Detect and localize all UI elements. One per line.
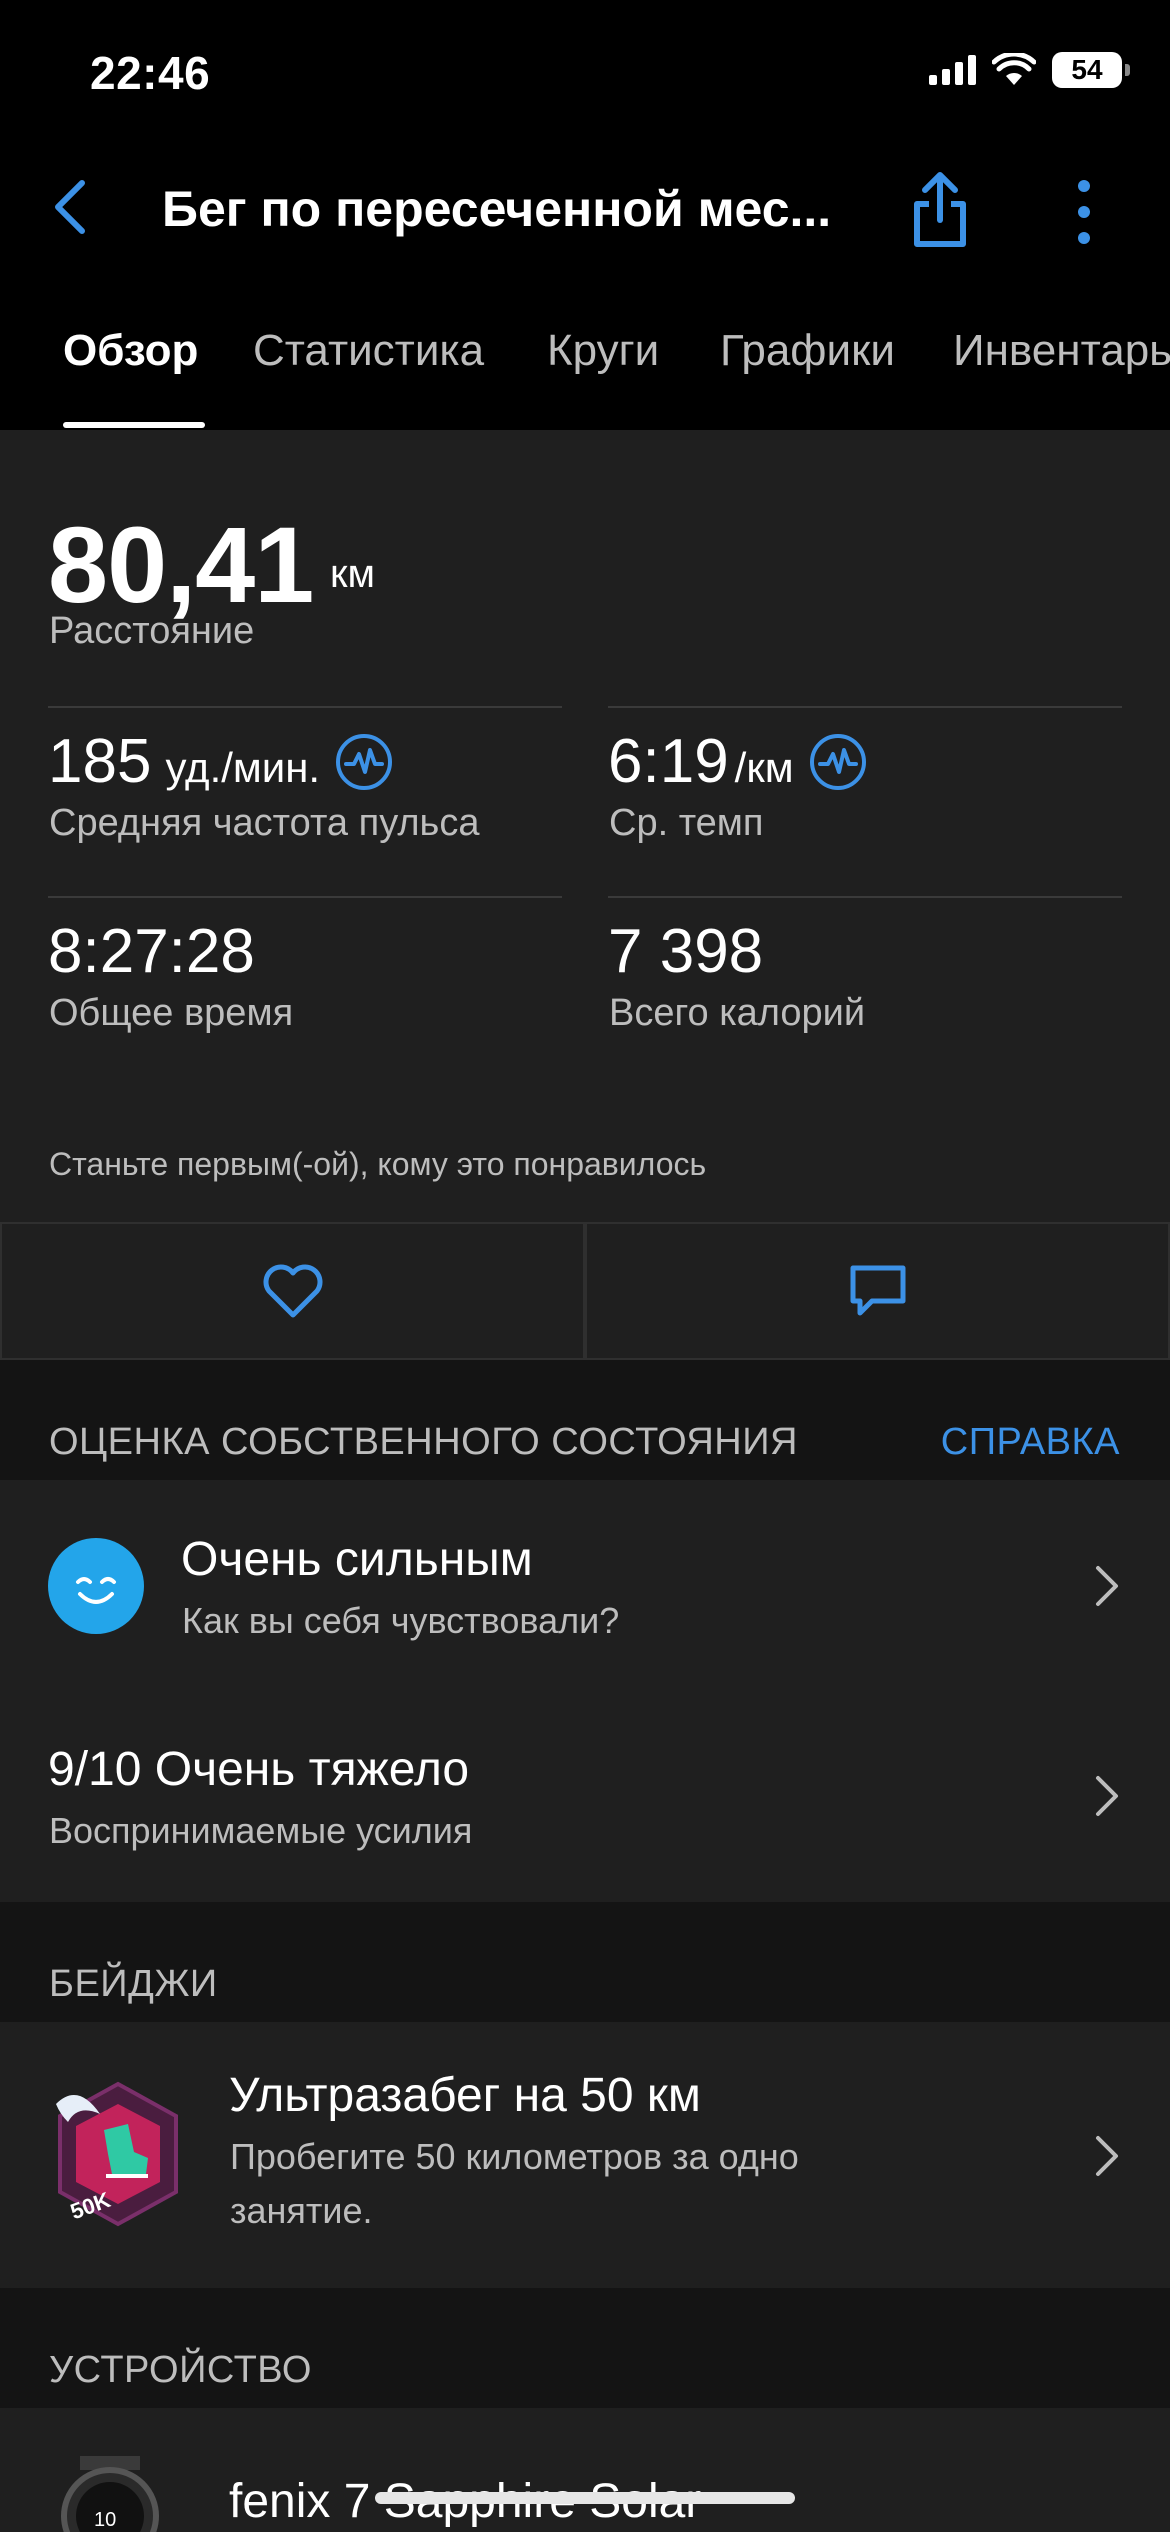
pace-label: Ср. темп [609,802,764,844]
section-title: УСТРОЙСТВО [49,2349,312,2391]
calories-label: Всего калорий [609,992,866,1034]
distance-label: Расстояние [49,610,255,652]
heart-rate-chart-icon[interactable] [334,732,394,792]
wifi-icon [992,53,1036,85]
effort-title: 9/10 Очень тяжело [48,1743,470,1796]
chevron-right-icon [1096,1566,1118,1606]
tab-overview[interactable]: Обзор [63,326,198,376]
cellular-signal-icon [929,55,976,85]
chevron-right-icon [1096,1776,1118,1816]
pace-value: 6:19 [608,727,729,796]
heart-rate-metric: 185 уд./мин. [48,726,394,797]
device-row[interactable]: 10 fenix 7 Sapphire Solar [0,2408,1170,2532]
watch-icon: 10 [61,2456,159,2532]
self-evaluation-card: Очень сильным Как вы себя чувствовали? 9… [0,1480,1170,1902]
more-dot-icon [1078,206,1090,218]
badges-header: БЕЙДЖИ [0,1902,1170,2022]
divider [48,706,562,708]
effort-subtitle: Воспринимаемые усилия [49,1810,473,1851]
tab-laps[interactable]: Круги [547,326,659,376]
share-icon [914,172,966,247]
badge-subtitle-line2: занятие. [230,2190,373,2231]
feeling-subtitle: Как вы себя чувствовали? [182,1600,620,1641]
badge-subtitle-line1: Пробегите 50 километров за одно [230,2136,799,2177]
more-options-button[interactable] [1062,174,1106,250]
total-time-metric: 8:27:28 [48,916,255,987]
status-icons: 54 [929,52,1130,88]
status-time: 22:46 [90,47,211,99]
smile-icon [48,1538,144,1634]
chevron-right-icon [1096,2136,1118,2176]
distance-value: 80,41 [48,504,314,625]
more-dot-icon [1078,180,1090,192]
tab-statistics[interactable]: Статистика [253,326,484,376]
comment-button[interactable] [585,1222,1170,1360]
battery-icon: 54 [1052,52,1130,88]
more-dot-icon [1078,232,1090,244]
comment-icon [850,1265,905,1316]
pace-metric: 6:19 /км [608,726,868,797]
heart-rate-value: 185 [48,727,152,796]
ultra-50k-badge-icon: 50K [48,2074,188,2234]
divider [608,706,1122,708]
section-title: ОЦЕНКА СОБСТВЕННОГО СОСТОЯНИЯ [49,1421,798,1463]
tab-charts[interactable]: Графики [720,326,895,376]
chevron-left-icon [55,180,85,234]
help-link[interactable]: СПРАВКА [941,1421,1120,1464]
divider [608,896,1122,898]
tab-bar: Обзор Статистика Круги Графики Инвентарь [0,270,1170,430]
likes-text: Станьте первым(-ой), кому это понравилос… [49,1146,707,1182]
section-title: БЕЙДЖИ [49,1963,218,2005]
self-evaluation-header: ОЦЕНКА СОБСТВЕННОГО СОСТОЯНИЯ СПРАВКА [0,1360,1170,1480]
nav-header: Бег по пересеченной мес... [0,150,1170,270]
device-header: УСТРОЙСТВО [0,2288,1170,2408]
effort-row[interactable]: 9/10 Очень тяжело Воспринимаемые усилия [0,1690,1170,1902]
calories-value: 7 398 [608,917,764,986]
badge-title: Ультразабег на 50 км [229,2069,701,2122]
calories-metric: 7 398 [608,916,763,987]
home-indicator[interactable] [375,2492,795,2504]
overview-card: 80,41 км Расстояние 185 уд./мин. Средняя… [0,430,1170,1360]
status-bar: 22:46 54 [0,0,1170,150]
distance-unit: км [330,552,375,596]
heart-rate-label: Средняя частота пульса [49,802,480,844]
like-button[interactable] [0,1222,585,1360]
pace-unit: /км [734,744,794,791]
active-tab-indicator [63,422,205,428]
badge-row[interactable]: 50K Ультразабег на 50 км Пробегите 50 ки… [0,2022,1170,2288]
feeling-row[interactable]: Очень сильным Как вы себя чувствовали? [0,1480,1170,1690]
heart-rate-unit: уд./мин. [165,744,321,791]
tab-gear[interactable]: Инвентарь [953,326,1170,376]
total-time-label: Общее время [49,992,294,1034]
svg-text:10: 10 [94,2509,116,2531]
heart-icon [263,1264,322,1318]
action-bar [0,1222,1170,1360]
total-time-value: 8:27:28 [48,917,255,986]
share-button[interactable] [905,170,975,250]
feeling-title: Очень сильным [181,1533,533,1586]
pace-chart-icon[interactable] [808,732,868,792]
page-title: Бег по пересеченной мес... [162,181,832,237]
divider [48,896,562,898]
back-button[interactable] [50,172,120,242]
